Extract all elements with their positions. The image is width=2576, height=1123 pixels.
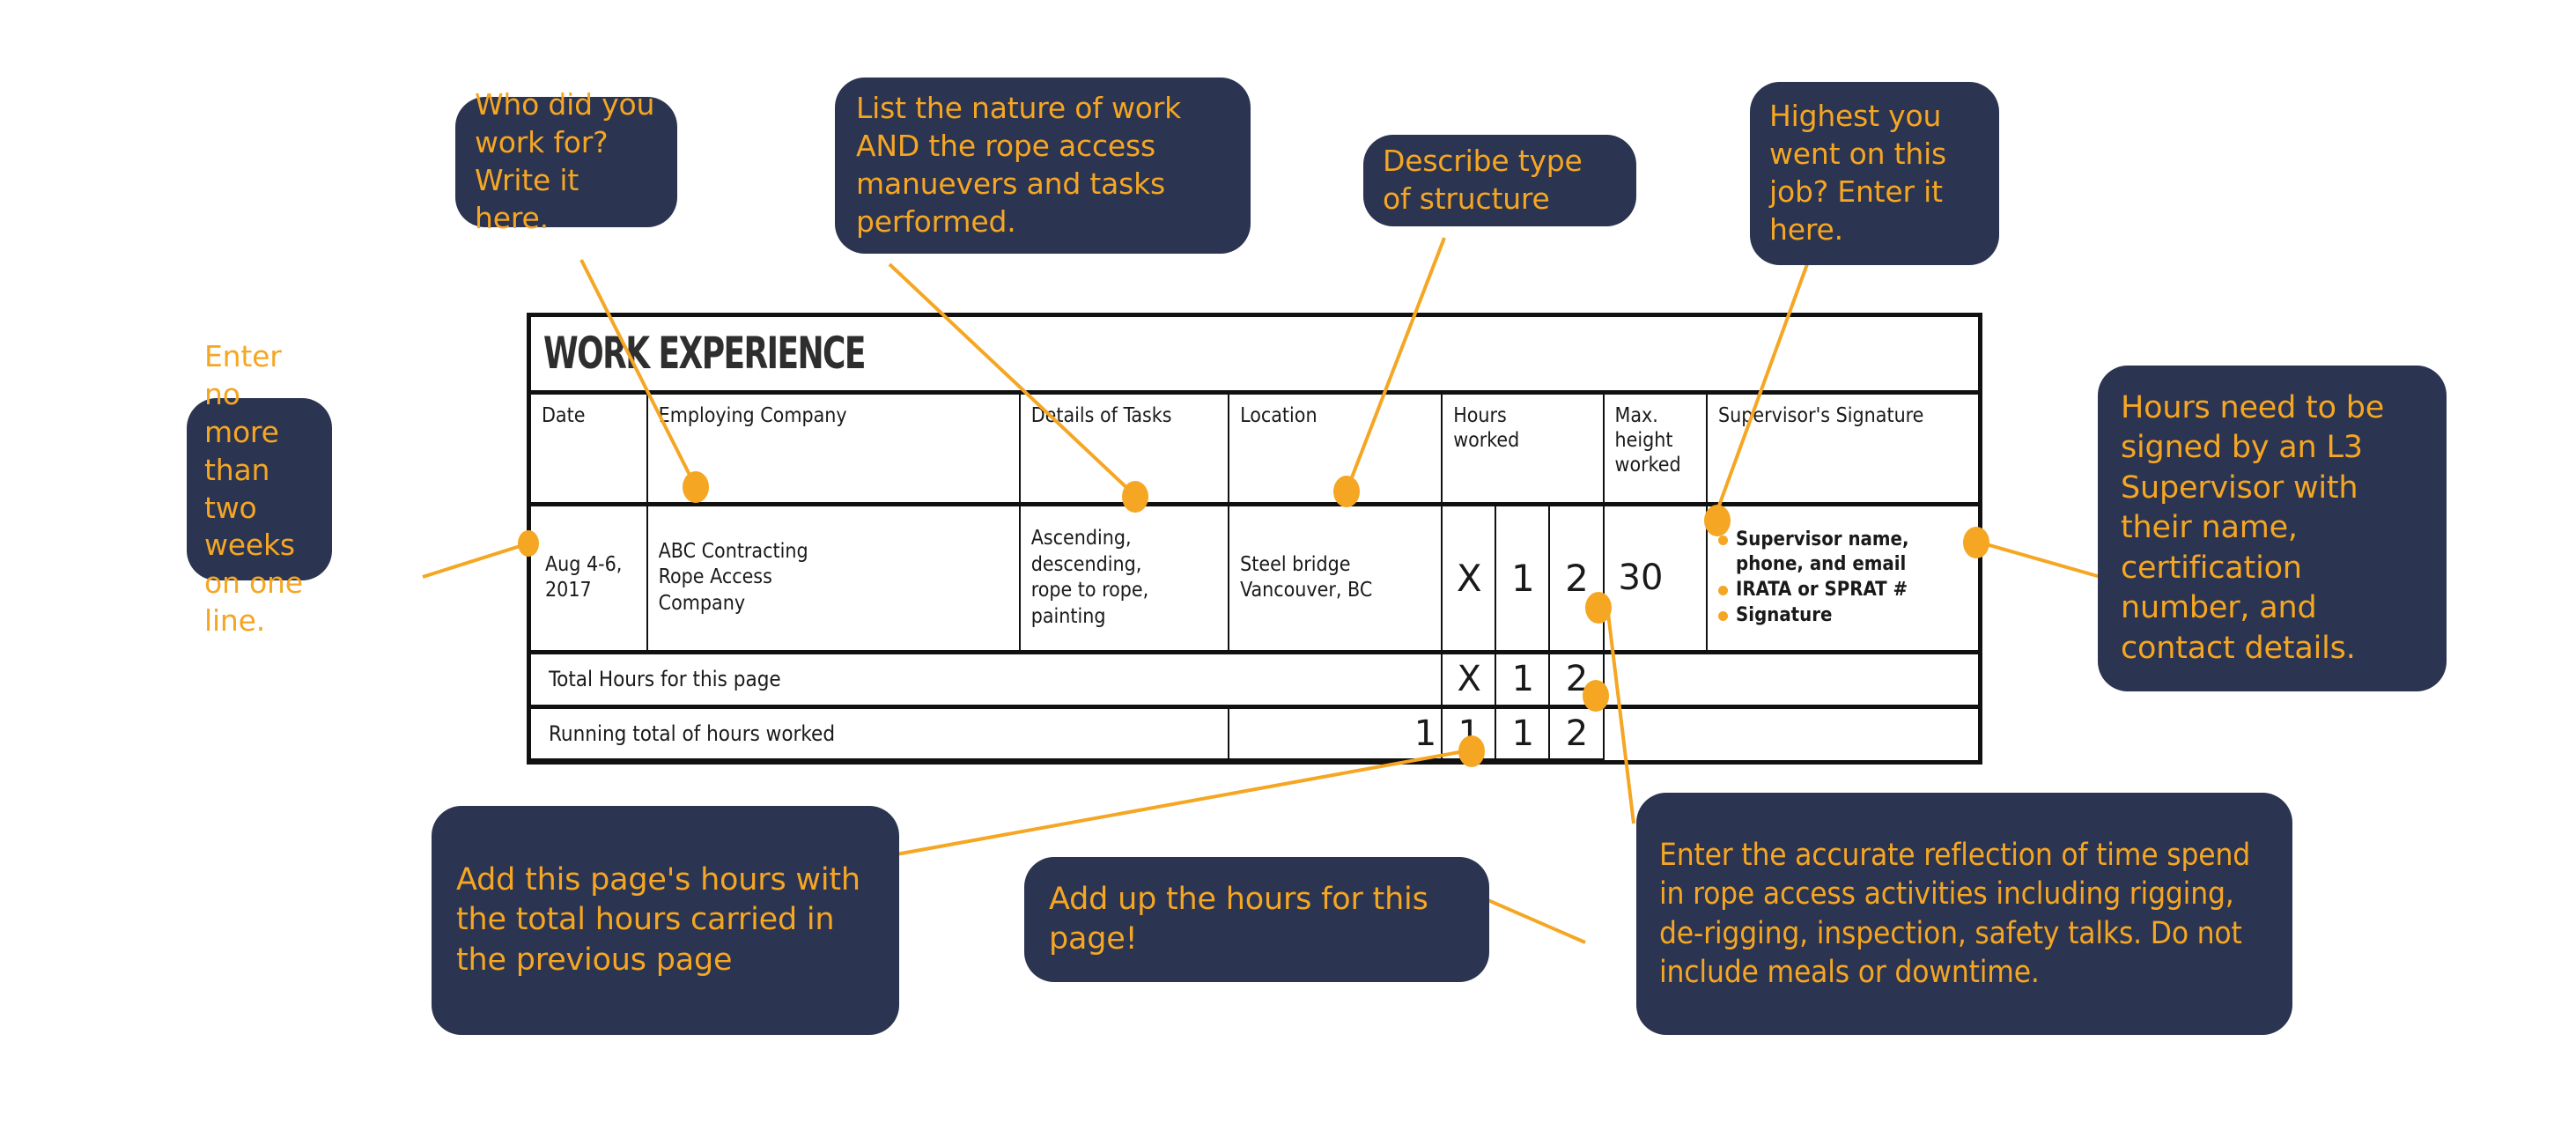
cell-total-hours-digit-1[interactable]: X xyxy=(1441,649,1497,708)
total-hours-empty-cell xyxy=(1602,649,1978,708)
cell-running-total-digit-0[interactable]: 1 xyxy=(1228,704,1443,760)
connector-line-signed-l3 xyxy=(1976,540,2101,579)
cell-hours-digit-1[interactable]: X xyxy=(1441,503,1497,654)
cell-date[interactable]: Aug 4-6, 2017 xyxy=(531,503,648,654)
cell-total-hours-digit-3[interactable]: 2 xyxy=(1548,649,1605,708)
cell-hours-digit-2[interactable]: 1 xyxy=(1495,503,1551,654)
cell-employing-company[interactable]: ABC Contracting Rope Access Company xyxy=(646,503,1021,654)
date-line2: 2017 xyxy=(545,579,592,602)
callout-who-work-for[interactable]: Who did you work for? Write it here. xyxy=(455,87,677,235)
callout-nature-of-work-text: List the nature of work AND the rope acc… xyxy=(856,91,1182,239)
callout-add-up-hours-text: Add up the hours for this page! xyxy=(1049,881,1428,957)
max-height-label-line2: worked xyxy=(1614,454,1681,477)
supervisor-requirement-item: Signature xyxy=(1716,603,1969,628)
work-experience-table: WORK EXPERIENCE Date Employing Company D… xyxy=(527,313,1982,765)
company-line3: Company xyxy=(658,592,746,616)
cell-total-hours-digit-2[interactable]: 1 xyxy=(1495,649,1551,708)
callout-accurate-reflection[interactable]: Enter the accurate reflection of time sp… xyxy=(1636,793,2292,1035)
callout-two-weeks-text: Enter no more than two weeks on one line… xyxy=(204,338,303,639)
max-height-label-line1: Max. height xyxy=(1614,403,1673,452)
cell-max-height[interactable]: 30 xyxy=(1602,503,1709,654)
col-header-supervisors-signature: Supervisor's Signature xyxy=(1706,391,1978,506)
col-header-location: Location xyxy=(1228,391,1443,506)
col-header-date: Date xyxy=(531,391,648,506)
table-title-cell: WORK EXPERIENCE xyxy=(531,317,1978,395)
date-line1: Aug 4-6, xyxy=(545,552,623,576)
hours-worked-label-line2: worked xyxy=(1453,429,1520,452)
cell-hours-digit-3[interactable]: 2 xyxy=(1548,503,1605,654)
callout-signed-l3[interactable]: Hours need to be signed by an L3 Supervi… xyxy=(2098,366,2447,691)
col-header-details-of-tasks: Details of Tasks xyxy=(1018,391,1230,506)
callout-who-work-for-text: Who did you work for? Write it here. xyxy=(475,87,655,235)
tasks-line1: Ascending, descending, xyxy=(1030,526,1142,576)
callout-type-structure-text: Describe type of structure xyxy=(1383,144,1583,216)
cell-details-of-tasks[interactable]: Ascending, descending, rope to rope, pai… xyxy=(1018,503,1230,654)
company-line2: Rope Access xyxy=(658,565,772,589)
supervisor-requirement-item: IRATA or SPRAT # xyxy=(1716,578,1969,602)
callout-two-weeks[interactable]: Enter no more than two weeks on one line… xyxy=(187,339,332,638)
callout-type-structure[interactable]: Describe type of structure xyxy=(1363,135,1636,226)
callout-add-page-hours-text: Add this page's hours with the total hou… xyxy=(456,861,860,978)
callout-highest[interactable]: Highest you went on this job? Enter it h… xyxy=(1750,82,1999,265)
hours-worked-label-line1: Hours xyxy=(1453,403,1507,427)
running-total-empty-cell xyxy=(1602,704,1978,759)
connector-line-add-page-hours xyxy=(871,749,1470,861)
col-header-max-height-worked: Max. height worked xyxy=(1602,391,1709,506)
tasks-line2: rope to rope, painting xyxy=(1030,579,1149,629)
col-header-hours-worked: Hours worked xyxy=(1441,391,1605,506)
callout-highest-text: Highest you went on this job? Enter it h… xyxy=(1769,99,1947,247)
table-row[interactable]: Aug 4-6, 2017 ABC Contracting Rope Acces… xyxy=(531,503,1978,654)
page-canvas: WORK EXPERIENCE Date Employing Company D… xyxy=(0,0,2576,1123)
cell-running-total-digit-1[interactable]: 1 xyxy=(1441,704,1497,760)
page-title: WORK EXPERIENCE xyxy=(543,327,866,379)
col-header-employing-company: Employing Company xyxy=(646,391,1021,506)
callout-accurate-reflection-text: Enter the accurate reflection of time sp… xyxy=(1659,838,2250,990)
company-line1: ABC Contracting xyxy=(658,539,808,563)
cell-running-total-digit-3[interactable]: 2 xyxy=(1548,704,1605,760)
cell-running-total-digit-2[interactable]: 1 xyxy=(1495,704,1551,760)
connector-line-two-weeks xyxy=(422,542,529,579)
callout-signed-l3-text: Hours need to be signed by an L3 Supervi… xyxy=(2121,389,2385,666)
cell-supervisor-signature[interactable]: Supervisor name, phone, and email IRATA … xyxy=(1706,503,1978,654)
total-hours-label: Total Hours for this page xyxy=(531,649,1443,708)
supervisor-requirements-list: Supervisor name, phone, and email IRATA … xyxy=(1716,528,1969,629)
location-line1: Steel bridge xyxy=(1240,552,1351,576)
running-total-label: Running total of hours worked xyxy=(531,704,1230,760)
table-title-row: WORK EXPERIENCE xyxy=(531,317,1978,395)
cell-location[interactable]: Steel bridge Vancouver, BC xyxy=(1228,503,1443,654)
location-line2: Vancouver, BC xyxy=(1240,579,1373,602)
running-total-row[interactable]: Running total of hours worked 1 1 1 2 xyxy=(531,704,1978,760)
callout-nature-of-work[interactable]: List the nature of work AND the rope acc… xyxy=(835,78,1251,254)
callout-add-page-hours[interactable]: Add this page's hours with the total hou… xyxy=(432,806,899,1035)
supervisor-requirement-item: Supervisor name, phone, and email xyxy=(1716,528,1969,577)
total-hours-row[interactable]: Total Hours for this page X 1 2 xyxy=(531,649,1978,708)
table-header-row: Date Employing Company Details of Tasks … xyxy=(531,391,1978,506)
callout-add-up-hours[interactable]: Add up the hours for this page! xyxy=(1024,857,1489,982)
